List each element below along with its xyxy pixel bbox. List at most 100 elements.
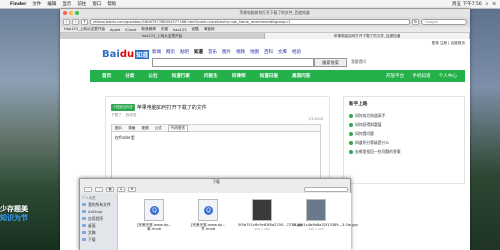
code-language-select[interactable]: 代码语言 <box>167 124 189 132</box>
file-item[interactable]: 515891c4b9b8a32f13389...3.0le.jpg 320 x … <box>292 199 358 231</box>
sidebar-item-documents[interactable]: 文稿 <box>82 229 115 236</box>
menu-file[interactable]: 文件 <box>32 1 41 7</box>
bookmark-item[interactable]: hao123 <box>173 28 187 32</box>
search-field[interactable]: Google <box>421 19 467 25</box>
menu-app[interactable]: Finder <box>10 2 26 7</box>
baidu-top-links[interactable]: 登录 注册 | 百度首页 <box>310 41 465 46</box>
guide-list: 如何成为知道高手 如何获得财富值 如何提问题 知道积分等级是什么 去哪里找回一些… <box>349 111 461 156</box>
file-name: [完美天堂-www.dy...单.rmvb <box>136 223 172 231</box>
nav-video[interactable]: 视频 <box>236 49 245 55</box>
char-count: 1/10000 <box>308 117 323 121</box>
menu-edit[interactable]: 编辑 <box>47 1 56 7</box>
finder-search-input[interactable] <box>304 186 348 192</box>
sidebar-item-downloads[interactable]: 下载 <box>82 236 115 243</box>
forward-button[interactable]: › <box>72 19 79 25</box>
minimize-icon[interactable] <box>69 11 73 15</box>
file-dimensions: 320 x 320 <box>308 227 324 231</box>
nav-wenku[interactable]: 文库 <box>278 49 287 55</box>
finder-file-area: Q [完美天堂-www.dy...单.rmvb Q [完美天堂-www.dy..… <box>118 193 358 250</box>
bookmark-item[interactable]: 天猫 <box>161 27 168 32</box>
tab-baidu-zhidao[interactable]: 苹果电脑如何打开下载了的文件_百度知道 <box>265 33 470 39</box>
bookmark-item[interactable]: iCloud <box>125 28 136 32</box>
finder-forward-button[interactable]: › <box>95 186 103 192</box>
nav-baike[interactable]: 百科 <box>264 49 273 55</box>
main-nav-bar: 首页 分类 公社 知道行家 问医生 问律师 知道日报 高质问答 开放平台 手机知… <box>90 70 465 82</box>
sidebar-item-applications[interactable]: 应用程序 <box>82 215 115 222</box>
menu-help[interactable]: 帮助 <box>107 1 116 7</box>
nav-experts[interactable]: 知道行家 <box>172 73 190 79</box>
nav-category[interactable]: 分类 <box>125 73 134 79</box>
question-title: 苹果电脑如何打开下载了的文件 <box>136 105 207 111</box>
view-list-button[interactable]: ≡ <box>117 186 125 192</box>
address-bar[interactable]: zhidao.baidu.com/question/18067977880545… <box>90 19 410 25</box>
nav-quality-qa[interactable]: 高质问答 <box>292 73 310 79</box>
nav-music[interactable]: 音乐 <box>208 49 217 55</box>
folder-icon <box>82 203 86 206</box>
bookmark-item[interactable]: 优酷 <box>192 27 199 32</box>
sidebar-item-all-files[interactable]: 我的所有文件 <box>82 201 115 208</box>
guide-item[interactable]: 知道积分等级是什么 <box>349 138 461 147</box>
baidu-zhidao-logo[interactable]: Bai du 知道 <box>102 49 150 60</box>
close-icon[interactable] <box>63 11 67 15</box>
documents-icon <box>82 231 86 234</box>
nav-commune[interactable]: 公社 <box>148 73 157 79</box>
nav-daily[interactable]: 知道日报 <box>260 73 278 79</box>
nav-personal-center[interactable]: 个人中心 <box>439 73 457 79</box>
file-item[interactable]: Q [完美天堂-www.dy...节.rmvb <box>184 199 232 231</box>
guide-item[interactable]: 如何成为知道高手 <box>349 111 461 120</box>
image-thumbnail-icon <box>252 199 272 221</box>
notification-icon[interactable]: ≡ <box>492 2 496 7</box>
nav-tieba[interactable]: 贴吧 <box>180 49 189 55</box>
bookmark-item[interactable]: Hao123_上网从这里开始 <box>64 27 105 32</box>
search-answer-button[interactable]: 搜索答案 <box>314 58 347 67</box>
finder-toolbar: ‹ › ▦ ≡ ⚙ <box>80 185 352 193</box>
file-item[interactable]: Q [完美天堂-www.dy...单.rmvb <box>130 199 178 231</box>
view-icon-button[interactable]: ▦ <box>106 186 114 192</box>
menu-window[interactable]: 窗口 <box>92 1 101 7</box>
nav-jingyan[interactable]: 经验 <box>292 49 301 55</box>
insert-image-button[interactable]: 图片 <box>115 126 122 131</box>
nav-mobile[interactable]: 手机知道 <box>412 73 430 79</box>
answer-link[interactable]: 我来答 <box>126 113 137 118</box>
insert-video-button[interactable]: 视频 <box>141 126 148 131</box>
reload-button[interactable]: ↻ <box>412 19 419 25</box>
guide-item[interactable]: 如何获得财富值 <box>349 120 461 129</box>
bookmark-item[interactable]: Apple <box>110 28 120 32</box>
menu-view[interactable]: 显示 <box>62 1 71 7</box>
file-item[interactable]: 5f5b751c6c9e63f8a2700...7276.jpg 900 x 4… <box>238 199 302 231</box>
menu-go[interactable]: 前往 <box>77 1 86 7</box>
newbie-guide-panel: 新手上路 如何成为知道高手 如何获得财富值 如何提问题 知道积分等级是什么 去哪… <box>343 96 465 184</box>
nav-ask-lawyer[interactable]: 问律师 <box>232 73 246 79</box>
nav-map[interactable]: 地图 <box>250 49 259 55</box>
tab-hao123[interactable]: hao123_上网从这里开始 <box>60 33 265 39</box>
nav-news[interactable]: 新闻 <box>152 49 161 55</box>
nav-web[interactable]: 网页 <box>166 49 175 55</box>
tab-bar: hao123_上网从这里开始 苹果电脑如何打开下载了的文件_百度知道 <box>60 33 470 39</box>
clock[interactable]: 周五 下午7:56 <box>452 1 482 7</box>
baidu-search-input[interactable] <box>152 58 314 67</box>
finder-back-button[interactable]: ‹ <box>84 186 92 192</box>
back-button[interactable]: ‹ <box>63 19 70 25</box>
meta-tag[interactable]: 下载了 <box>111 113 122 118</box>
share-button[interactable]: ↑ <box>81 19 88 25</box>
bookmark-item[interactable]: 淘宝网 <box>204 27 215 32</box>
sidebar-item-airdrop[interactable]: AirDrop <box>82 208 115 215</box>
action-gear-button[interactable]: ⚙ <box>128 186 136 192</box>
favorites-header: 个人收藏 <box>82 196 96 200</box>
nav-open-platform[interactable]: 开放平台 <box>386 73 404 79</box>
guide-item[interactable]: 去哪里找回一些问题的答案 <box>349 147 461 156</box>
bookmark-item[interactable]: 新浪微博 <box>141 27 155 32</box>
spotlight-icon[interactable]: ⌕ <box>486 1 489 7</box>
guide-item[interactable]: 如何提问题 <box>349 129 461 138</box>
ask-question-link[interactable]: 我要提问 <box>351 59 366 65</box>
bullet-icon <box>349 122 353 127</box>
sidebar-item-desktop[interactable]: 桌面 <box>82 222 115 229</box>
nav-home[interactable]: 首页 <box>102 73 111 79</box>
desktop-overlay-text: 少存题美 知识为节 <box>0 205 28 222</box>
nav-zhidao[interactable]: 知道 <box>194 49 203 55</box>
nav-ask-doctor[interactable]: 问医生 <box>204 73 218 79</box>
menu-bar: Finder 文件 编辑 显示 前往 窗口 帮助 周五 下午7:56 ⌕ ≡ <box>0 0 500 9</box>
nav-images[interactable]: 图片 <box>222 49 231 55</box>
insert-table-button[interactable]: 表格 <box>128 126 135 131</box>
insert-formula-button[interactable]: 公式 <box>155 126 162 131</box>
